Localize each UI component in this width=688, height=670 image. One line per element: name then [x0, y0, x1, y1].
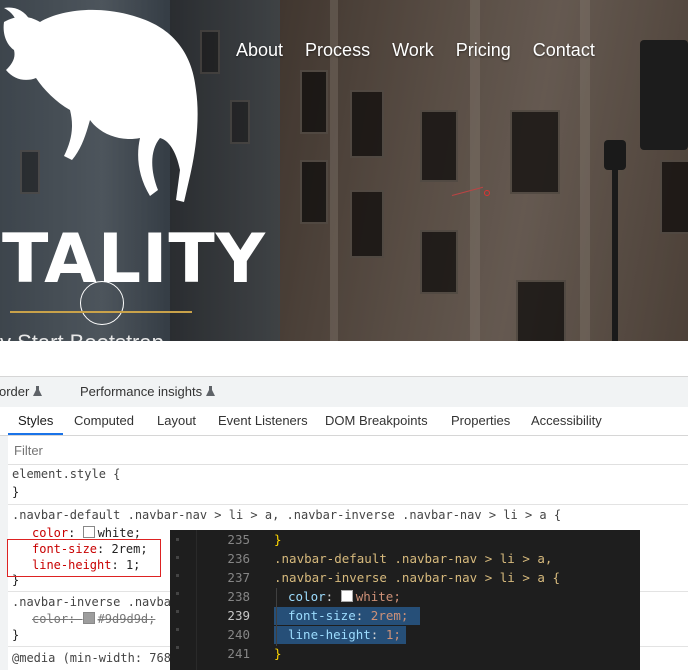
logo-ring	[80, 281, 124, 325]
line-number: 235	[227, 532, 250, 547]
code-line[interactable]: }	[274, 532, 282, 547]
experiment-flask-icon	[206, 386, 216, 396]
traffic-signal	[640, 40, 688, 150]
color-swatch-icon[interactable]	[82, 526, 95, 538]
main-nav: About Process Work Pricing Contact	[236, 40, 617, 61]
line-number: 241	[227, 646, 250, 661]
page-whitespace	[0, 341, 688, 376]
code-value: 1;	[385, 627, 401, 642]
gutter-mark	[176, 556, 179, 559]
tab-performance-insights-label: Performance insights	[80, 384, 203, 399]
tab-performance-insights[interactable]: Performance insights	[80, 384, 216, 399]
color-swatch-icon	[340, 590, 353, 602]
code-property: color	[288, 589, 326, 604]
gold-divider	[10, 311, 192, 313]
tab-event-listeners[interactable]: Event Listeners	[218, 413, 308, 428]
line-number: 238	[227, 589, 250, 604]
line-number: 236	[227, 551, 250, 566]
code-value: 2rem;	[370, 608, 409, 623]
declaration-color[interactable]: color: white;	[32, 526, 141, 540]
navbar-rule-selector[interactable]: .navbar-default .navbar-nav > li > a, .n…	[12, 508, 561, 522]
code-editor-overlay: 235 236 237 238 239 240 241 } .navbar-de…	[170, 530, 640, 670]
element-style-selector[interactable]: element.style {	[12, 467, 120, 481]
code-line[interactable]: color: white;	[288, 589, 401, 604]
active-tab-indicator	[8, 433, 63, 435]
devtools-top-tabbar: order Performance insights	[0, 376, 688, 408]
editor-gutter	[170, 530, 197, 670]
bull-logo-icon	[3, 7, 198, 203]
inspector-guide-dot	[484, 190, 490, 196]
gutter-mark	[176, 592, 179, 595]
gutter-mark	[176, 646, 179, 649]
styles-filter-input[interactable]	[12, 439, 686, 461]
tab-layout[interactable]: Layout	[157, 413, 196, 428]
line-number-current: 239	[227, 608, 250, 623]
styles-panel-tabbar: Styles Computed Layout Event Listeners D…	[0, 407, 688, 436]
gutter-mark	[176, 538, 179, 541]
property-value: white;	[97, 526, 141, 540]
nav-link-contact[interactable]: Contact	[533, 40, 595, 61]
code-line[interactable]: line-height: 1;	[288, 627, 401, 642]
rule-close-brace: }	[12, 485, 20, 499]
line-number: 240	[227, 627, 250, 642]
gutter-mark	[176, 628, 179, 631]
tab-dom-breakpoints[interactable]: DOM Breakpoints	[325, 413, 428, 428]
code-line[interactable]: font-size: 2rem;	[288, 608, 408, 623]
code-value: white;	[355, 589, 401, 604]
code-line[interactable]: .navbar-inverse .navbar-nav > li > a {	[274, 570, 560, 585]
line-number: 237	[227, 570, 250, 585]
brand-title: TALITY	[2, 220, 266, 299]
navbar-inverse-rule-selector[interactable]: .navbar-inverse .navba	[12, 595, 171, 609]
property-name: color	[32, 612, 69, 626]
rule-close-brace: }	[12, 628, 20, 642]
code-line[interactable]: .navbar-default .navbar-nav > li > a,	[274, 551, 552, 566]
gutter-mark	[176, 610, 179, 613]
code-property: line-height	[288, 627, 371, 642]
gutter-mark	[176, 574, 179, 577]
hero-tagline: y Start Bootstrap	[0, 330, 164, 341]
tab-order[interactable]: order	[0, 384, 43, 399]
property-value: #9d9d9d;	[97, 612, 156, 626]
declaration-color-overridden[interactable]: color: #9d9d9d;	[32, 612, 155, 626]
code-line[interactable]: }	[274, 646, 282, 661]
rule-separator	[8, 504, 688, 505]
indent-guide	[276, 588, 277, 646]
red-annotation-box	[7, 539, 161, 577]
property-name: color	[32, 526, 69, 540]
nav-link-pricing[interactable]: Pricing	[456, 40, 511, 61]
street-lamp	[600, 120, 630, 341]
tab-order-label: order	[0, 384, 30, 399]
experiment-flask-icon	[33, 386, 43, 396]
tab-computed[interactable]: Computed	[74, 413, 134, 428]
tab-accessibility[interactable]: Accessibility	[531, 413, 602, 428]
nav-link-work[interactable]: Work	[392, 40, 434, 61]
code-property: font-size	[288, 608, 356, 623]
nav-link-process[interactable]: Process	[305, 40, 370, 61]
tab-properties[interactable]: Properties	[451, 413, 510, 428]
tab-styles[interactable]: Styles	[18, 413, 53, 428]
nav-link-about[interactable]: About	[236, 40, 283, 61]
color-swatch-icon[interactable]	[82, 612, 95, 624]
lamp-pole	[612, 160, 618, 341]
media-query-label: @media (min-width: 768	[12, 651, 171, 665]
website-hero: About Process Work Pricing Contact TALIT…	[0, 0, 688, 341]
styles-filter-bar	[8, 436, 688, 465]
